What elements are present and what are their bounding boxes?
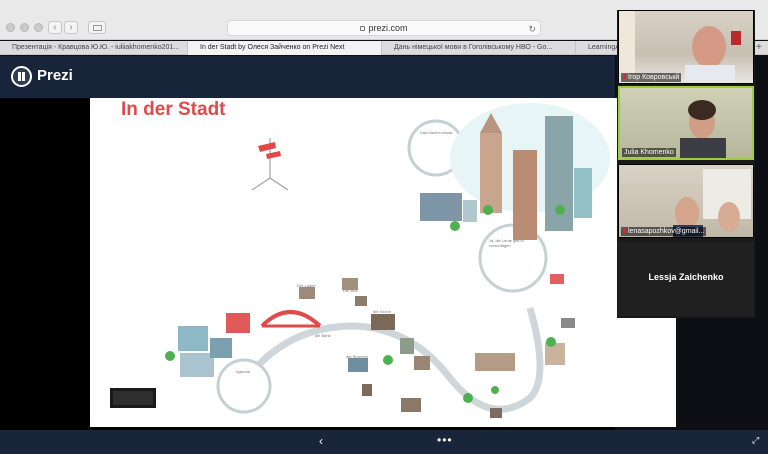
- maximize-window-icon[interactable]: [34, 23, 43, 32]
- participant-name: Ігор Ковровськй: [621, 73, 682, 82]
- back-arrow-icon[interactable]: ‹: [48, 21, 62, 34]
- video-tile-participant-1[interactable]: Ігор Ковровськй: [618, 10, 754, 84]
- tab-in-der-stadt[interactable]: In der Stadt by Олеся Зайченко on Prezi …: [188, 41, 382, 55]
- bubble-low-title: Agenda: [236, 369, 250, 374]
- photo-thumb: [545, 343, 565, 365]
- muted-mic-icon: [623, 228, 626, 233]
- label-kirche: die Kirche: [373, 309, 391, 314]
- fullscreen-icon[interactable]: ⤢: [752, 435, 761, 445]
- tab-presentation[interactable]: Презентація - Кравцова Ю.Ю. - iuliiakhom…: [0, 41, 188, 55]
- photo-thumb: [362, 384, 372, 396]
- slide-title: In der Stadt: [121, 99, 226, 120]
- bubble-low: [216, 358, 272, 414]
- participant-name: lenasapozhkov@gmail...: [621, 227, 707, 236]
- more-options-icon[interactable]: •••: [437, 433, 453, 447]
- minimize-window-icon[interactable]: [20, 23, 29, 32]
- bubble-middle-title: Ja, die Leute gibt in vorschlägen: [489, 238, 524, 248]
- photo-thumb: [299, 287, 315, 299]
- video-tile-participant-2[interactable]: Julia Khomenko: [618, 86, 754, 160]
- signpost-icon: [251, 138, 289, 191]
- photo-thumb: [348, 358, 368, 372]
- tab-german-language[interactable]: Дань німецької мови в Гоголівському НВО …: [382, 41, 576, 55]
- bridge-illustration: [260, 310, 322, 328]
- photo-thumb: [490, 408, 502, 418]
- forward-arrow-icon[interactable]: ›: [64, 21, 78, 34]
- prezi-logo-text[interactable]: Prezi: [37, 67, 73, 84]
- muted-mic-icon: [623, 74, 626, 79]
- new-tab-icon[interactable]: +: [756, 41, 762, 54]
- photo-thumb: [561, 318, 575, 328]
- photo-thumb: [475, 353, 515, 371]
- participant-name: Julia Khomenko: [622, 148, 676, 157]
- zoom-window: ‹ › prezi.com ↻ Презентація - Кравцова Ю…: [0, 0, 768, 454]
- video-tile-participant-3[interactable]: lenasapozhkov@gmail...: [618, 164, 754, 238]
- participant-name: Lessja Zaichenko: [648, 272, 724, 282]
- photo-thumb: [400, 338, 414, 354]
- label-bank: die Bank: [315, 333, 331, 338]
- address-bar[interactable]: prezi.com ↻: [227, 20, 541, 36]
- sidebar-toggle-icon[interactable]: [88, 21, 106, 34]
- label-laden: Der Laden: [297, 283, 316, 288]
- url-text: prezi.com: [368, 23, 408, 33]
- lock-icon: [360, 26, 366, 31]
- prezi-header: Prezi: [0, 56, 615, 98]
- video-tile-participant-4[interactable]: Lessja Zaichenko: [618, 242, 754, 316]
- bubble-top-title: Das Kaufen etwas: [420, 130, 453, 135]
- photo-thumb: [371, 314, 395, 330]
- photo-thumb: [401, 398, 421, 412]
- label-brunnen: der Brunnen: [346, 354, 369, 359]
- slide-illustration: [110, 103, 610, 418]
- previous-step-icon[interactable]: ‹: [319, 434, 323, 448]
- close-window-icon[interactable]: [6, 23, 15, 32]
- photo-thumb: [550, 274, 564, 284]
- reload-icon[interactable]: ↻: [528, 22, 536, 37]
- presentation-controls: ‹ ••• ⤢: [0, 430, 768, 454]
- prezi-logo-icon[interactable]: [11, 66, 32, 87]
- photo-thumb: [414, 356, 430, 370]
- label-bus: Der Bus: [343, 288, 358, 293]
- photo-thumb: [355, 296, 367, 306]
- slide-canvas[interactable]: [90, 98, 676, 427]
